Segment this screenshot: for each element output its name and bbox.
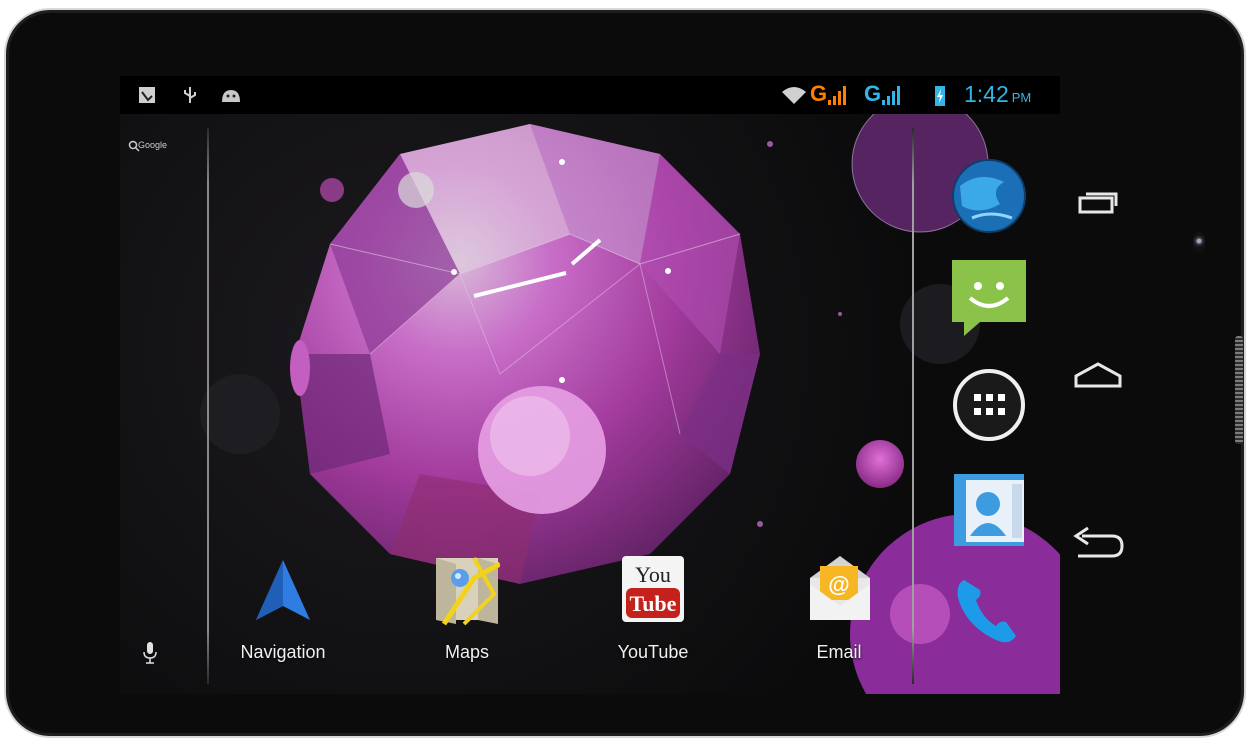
recent-apps-icon: [1078, 192, 1118, 214]
youtube-icon: You Tube: [622, 556, 684, 622]
home-button[interactable]: [1068, 356, 1128, 396]
phone-icon: [957, 580, 1016, 643]
back-icon: [1073, 526, 1124, 558]
microphone-icon[interactable]: [142, 640, 158, 666]
messaging-icon: [952, 260, 1026, 336]
app-youtube[interactable]: You Tube YouTube: [588, 554, 718, 664]
clock-time: 1:42: [964, 81, 1009, 107]
browser-globe-icon: [952, 159, 1026, 233]
android-debug-icon: [222, 90, 240, 102]
app-email[interactable]: @ Email: [774, 554, 904, 664]
maps-icon: [436, 557, 500, 626]
tablet-screen: G G 1:42 PM Google Navigation Maps You T…: [120, 76, 1060, 694]
dock-divider: [912, 128, 914, 684]
google-search-bar[interactable]: Google: [120, 114, 209, 694]
search-divider: [207, 128, 209, 684]
navigation-icon: [256, 560, 310, 620]
youtube-icon-text-bottom: Tube: [630, 591, 677, 616]
screenshot-icon: [139, 87, 155, 103]
back-button[interactable]: [1068, 524, 1128, 564]
usb-icon: [184, 87, 196, 103]
all-apps-icon: [953, 369, 1025, 441]
app-navigation[interactable]: Navigation: [218, 554, 348, 664]
email-icon: @: [810, 556, 870, 620]
dock-phone[interactable]: [950, 570, 1028, 648]
search-label: Google: [138, 140, 168, 150]
dock-messaging[interactable]: [950, 258, 1028, 336]
wifi-icon: [782, 87, 806, 104]
home-icon: [1074, 362, 1122, 388]
contacts-icon: [954, 474, 1024, 546]
status-bar: G G 1:42 PM: [120, 76, 1060, 114]
clock-ampm: PM: [1011, 90, 1032, 105]
front-camera: [1193, 232, 1205, 252]
signal-strength-2-icon: [882, 86, 900, 105]
battery-charging-icon: [935, 86, 945, 106]
app-maps[interactable]: Maps: [402, 554, 532, 664]
dock-all-apps[interactable]: [950, 366, 1028, 444]
dock-browser[interactable]: [950, 156, 1028, 234]
app-label: Email: [816, 642, 862, 662]
app-label: Maps: [444, 642, 489, 662]
app-label: YouTube: [617, 642, 689, 662]
tablet-device: G G 1:42 PM Google Navigation Maps You T…: [4, 8, 1246, 738]
network-type-2: G: [864, 81, 882, 106]
signal-strength-1-icon: [828, 86, 846, 105]
youtube-icon-text-top: You: [635, 562, 671, 587]
speaker-grille: [1235, 336, 1243, 444]
email-icon-text: @: [828, 572, 849, 597]
network-type-1: G: [810, 81, 828, 106]
dock-contacts[interactable]: [950, 470, 1028, 548]
app-label: Navigation: [240, 642, 326, 662]
status-clock: 1:42 PM: [964, 81, 1031, 108]
recent-apps-button[interactable]: [1068, 186, 1128, 226]
